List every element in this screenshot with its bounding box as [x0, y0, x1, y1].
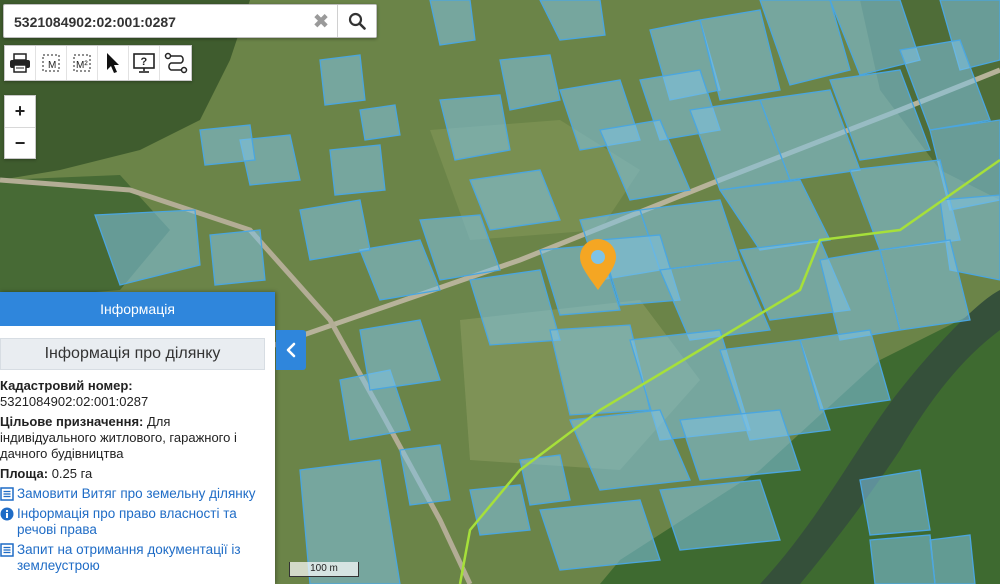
chevron-left-icon — [286, 342, 296, 358]
documentation-request-label: Запит на отримання документації із земле… — [17, 542, 241, 573]
document-list-icon — [0, 543, 14, 557]
map-toolbar: M M² ? — [4, 45, 192, 81]
measure-label: M — [48, 60, 56, 71]
order-extract-link[interactable]: Замовити Витяг про земельну ділянку — [0, 486, 269, 502]
zoom-control: + − — [4, 95, 36, 159]
printer-icon — [10, 53, 30, 73]
svg-text:?: ? — [141, 56, 148, 68]
info-circle-icon — [0, 507, 14, 521]
panel-header: Інформація — [0, 292, 275, 326]
scale-bar: 100 m — [289, 562, 359, 577]
ownership-info-link[interactable]: Інформація про право власності та речові… — [0, 506, 269, 538]
info-icon: ? — [133, 53, 155, 73]
document-list-icon — [0, 487, 14, 501]
cadastral-number-value: 5321084902:02:001:0287 — [0, 394, 149, 409]
purpose-label: Цільове призначення: — [0, 414, 144, 429]
search-button[interactable] — [337, 5, 376, 37]
close-icon: ✖ — [312, 10, 330, 33]
ownership-info-label: Інформація про право власності та речові… — [17, 506, 237, 537]
select-button[interactable] — [98, 46, 129, 80]
cadastral-number-label: Кадастровий номер: — [0, 378, 133, 393]
route-button[interactable] — [160, 46, 191, 80]
purpose-row: Цільове призначення: Для індивідуального… — [0, 414, 269, 462]
documentation-request-link[interactable]: Запит на отримання документації із земле… — [0, 542, 269, 574]
measure-area-button[interactable]: M² — [67, 46, 98, 80]
search-input[interactable] — [12, 9, 306, 35]
area-label: M² — [76, 60, 88, 71]
zoom-in-button[interactable]: + — [5, 96, 35, 127]
order-extract-label: Замовити Витяг про земельну ділянку — [17, 486, 256, 501]
clear-search-button[interactable]: ✖ — [304, 5, 338, 37]
zoom-out-button[interactable]: − — [5, 127, 35, 159]
parcel-details: Кадастровий номер: 5321084902:02:001:028… — [0, 378, 275, 574]
area-value: 0.25 га — [51, 466, 93, 481]
print-button[interactable] — [5, 46, 36, 80]
info-panel: Інформація Інформація про ділянку Кадаст… — [0, 292, 275, 584]
area-label: Площа: — [0, 466, 49, 481]
measure-area-icon: M² — [73, 54, 91, 72]
area-row: Площа: 0.25 га — [0, 466, 269, 482]
info-button[interactable]: ? — [129, 46, 160, 80]
cursor-icon — [107, 53, 119, 73]
search-bar: ✖ — [3, 4, 377, 38]
route-icon — [164, 52, 187, 74]
measure-distance-button[interactable]: M — [36, 46, 67, 80]
measure-distance-icon: M — [42, 54, 60, 72]
search-icon — [348, 12, 366, 30]
collapse-panel-button[interactable] — [276, 330, 306, 370]
panel-subtitle: Інформація про ділянку — [0, 338, 265, 370]
